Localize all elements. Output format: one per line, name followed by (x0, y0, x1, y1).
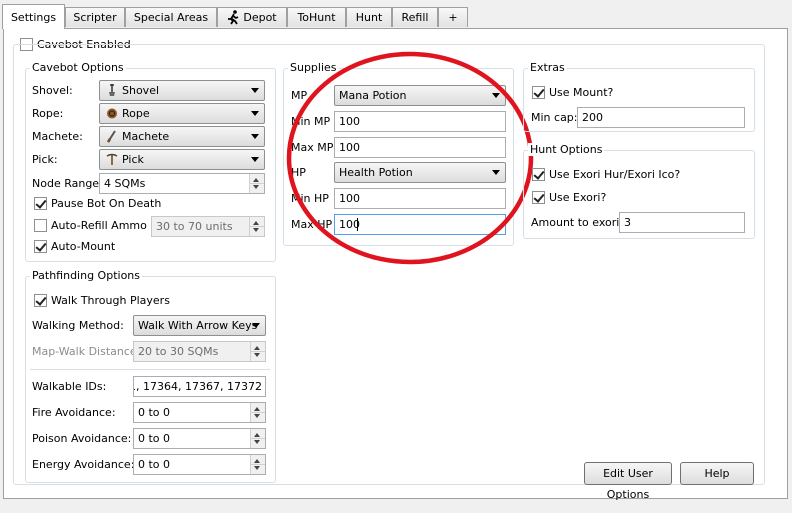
node-range-value: 4 SQMs (104, 177, 146, 190)
energy-avoidance-value: 0 to 0 (138, 458, 171, 471)
use-mount-checkbox[interactable] (532, 86, 545, 99)
machete-label: Machete: (32, 130, 83, 143)
shovel-select[interactable]: Shovel (99, 80, 265, 101)
button-label: Edit User Options (603, 467, 653, 501)
node-range-spinner[interactable]: 4 SQMs (99, 173, 265, 194)
min-cap-label: Min cap: (531, 111, 578, 124)
poison-avoidance-value: 0 to 0 (138, 432, 171, 445)
tab-add[interactable]: + (438, 7, 468, 27)
auto-refill-value: 30 to 70 units (156, 220, 233, 233)
button-label: Help (704, 467, 730, 480)
walking-method-select[interactable]: Walk With Arrow Keys (133, 315, 266, 336)
auto-mount-checkbox[interactable] (34, 240, 47, 253)
tab-label: Special Areas (133, 11, 209, 24)
spin-buttons (250, 342, 265, 361)
pick-label: Pick: (32, 153, 58, 166)
amount-exori-label: Amount to exori: (531, 216, 624, 229)
exori-hur-checkbox[interactable] (532, 168, 545, 181)
shovel-label: Shovel: (32, 84, 73, 97)
fire-avoidance-spinner[interactable]: 0 to 0 (133, 402, 266, 423)
tab-label: Hunt (355, 11, 383, 24)
shovel-value: Shovel (122, 84, 160, 97)
tab-scripter[interactable]: Scripter (65, 7, 125, 27)
tab-depot[interactable]: Depot (217, 7, 287, 27)
walking-method-value: Walk With Arrow Keys (138, 319, 258, 332)
pause-bot-label: Pause Bot On Death (51, 197, 162, 210)
exori-hur-label: Use Exori Hur/Exori Ico? (549, 168, 681, 181)
running-icon (228, 10, 239, 25)
spin-buttons[interactable] (250, 403, 265, 422)
auto-refill-spinner: 30 to 70 units (151, 216, 265, 237)
tab-settings[interactable]: Settings (2, 4, 65, 29)
rope-label: Rope: (32, 107, 64, 120)
machete-icon (106, 130, 116, 143)
tab-label: Depot (243, 11, 277, 24)
annotation-circle (286, 51, 534, 265)
rope-value: Rope (122, 107, 150, 120)
hunt-options-title: Hunt Options (528, 143, 605, 156)
auto-refill-label: Auto-Refill Ammo (51, 219, 147, 232)
walkable-ids-value: 361, 17364, 17367, 17372 (134, 380, 262, 393)
map-walk-label: Map-Walk Distance: (32, 345, 141, 358)
tab-label: Scripter (73, 11, 117, 24)
shovel-icon (109, 84, 115, 96)
divider (30, 369, 270, 370)
spin-buttons[interactable] (250, 429, 265, 448)
tab-refill[interactable]: Refill (392, 7, 438, 27)
tab-label: ToHunt (297, 11, 336, 24)
tab-label: Refill (401, 11, 429, 24)
machete-select[interactable]: Machete (99, 126, 265, 147)
use-mount-label: Use Mount? (549, 86, 614, 99)
tab-bar: Settings Scripter Special Areas Depot To… (0, 0, 792, 29)
pick-icon (106, 153, 118, 165)
walk-through-checkbox[interactable] (34, 294, 47, 307)
map-walk-spinner: 20 to 30 SQMs (133, 341, 266, 362)
tab-hunt[interactable]: Hunt (346, 7, 392, 27)
help-button[interactable]: Help (680, 462, 754, 485)
pick-select[interactable]: Pick (99, 149, 265, 170)
rope-icon (107, 108, 117, 119)
rope-select[interactable]: Rope (99, 103, 265, 124)
tab-label: Settings (10, 11, 57, 24)
node-range-label: Node Range: (32, 177, 103, 190)
exori-checkbox[interactable] (532, 191, 545, 204)
edit-user-options-button[interactable]: Edit User Options (584, 462, 672, 501)
walk-through-label: Walk Through Players (51, 294, 170, 307)
fire-avoidance-label: Fire Avoidance: (32, 406, 116, 419)
spin-buttons[interactable] (250, 455, 265, 474)
spin-buttons (249, 217, 264, 236)
energy-avoidance-label: Energy Avoidance: (32, 458, 135, 471)
fire-avoidance-value: 0 to 0 (138, 406, 171, 419)
pathfinding-title: Pathfinding Options (30, 269, 142, 282)
chevron-down-icon (252, 323, 260, 328)
map-walk-value: 20 to 30 SQMs (138, 345, 219, 358)
poison-avoidance-spinner[interactable]: 0 to 0 (133, 428, 266, 449)
min-cap-value: 200 (582, 111, 603, 124)
chevron-down-icon (251, 134, 259, 139)
pick-value: Pick (122, 153, 144, 166)
walkable-ids-input[interactable]: 361, 17364, 17367, 17372 (133, 376, 266, 397)
tab-tohunt[interactable]: ToHunt (287, 7, 346, 27)
min-cap-input[interactable]: 200 (577, 107, 745, 128)
tab-label: + (448, 11, 458, 24)
walkable-ids-label: Walkable IDs: (32, 380, 107, 393)
tab-special-areas[interactable]: Special Areas (125, 7, 217, 27)
chevron-down-icon (251, 111, 259, 116)
auto-refill-checkbox[interactable] (34, 219, 47, 232)
extras-title: Extras (528, 61, 567, 74)
cavebot-options-title: Cavebot Options (30, 61, 126, 74)
pause-bot-checkbox[interactable] (34, 197, 47, 210)
walking-method-label: Walking Method: (32, 319, 124, 332)
machete-value: Machete (122, 130, 170, 143)
exori-label: Use Exori? (549, 191, 607, 204)
amount-exori-value: 3 (624, 216, 631, 229)
auto-mount-label: Auto-Mount (51, 240, 116, 253)
amount-exori-input[interactable]: 3 (619, 212, 745, 233)
spin-buttons[interactable] (249, 174, 264, 193)
energy-avoidance-spinner[interactable]: 0 to 0 (133, 454, 266, 475)
chevron-down-icon (251, 88, 259, 93)
poison-avoidance-label: Poison Avoidance: (32, 432, 132, 445)
chevron-down-icon (251, 157, 259, 162)
